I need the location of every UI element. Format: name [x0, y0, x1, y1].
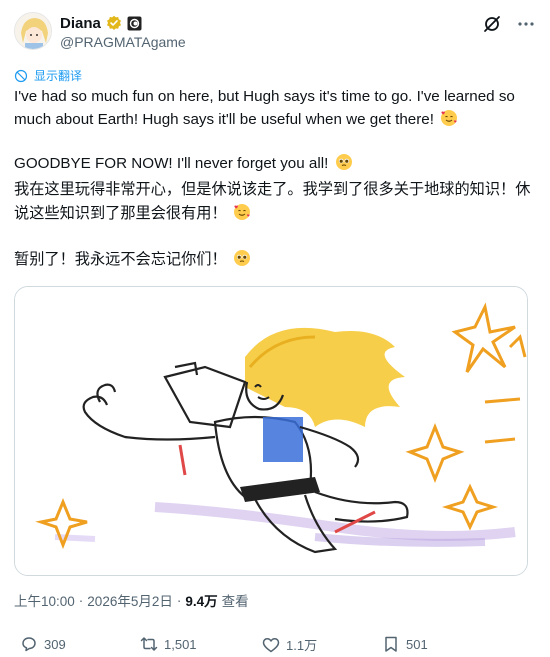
repost-icon	[140, 635, 158, 653]
smiling-face-with-hearts-icon	[440, 109, 458, 127]
bookmark-button[interactable]: 501	[382, 635, 428, 653]
repost-count: 1,501	[164, 636, 197, 652]
affiliate-badge-icon[interactable]	[127, 16, 142, 31]
separator: ·	[78, 592, 84, 608]
separator: ·	[176, 592, 182, 608]
handle[interactable]: @PRAGMATAgame	[60, 34, 186, 50]
bookmark-count: 501	[406, 636, 428, 652]
tweet-header: Diana @PRAGMATAgame	[14, 12, 536, 52]
name-row: Diana	[60, 14, 142, 32]
tweet-paragraph-text: GOODBYE FOR NOW! I'll never forget you a…	[14, 155, 329, 172]
pleading-face-icon	[335, 153, 353, 171]
view-label: 查看	[221, 594, 249, 609]
tweet-paragraph: I've had so much fun on here, but Hugh s…	[14, 86, 536, 131]
tweet-meta: 上午10:00 · 2026年5月2日 · 9.4万 查看	[14, 590, 249, 610]
crayon-drawing-running-girl-icon	[15, 287, 527, 575]
show-translation-link[interactable]: 显示翻译	[14, 67, 82, 84]
reply-button[interactable]: 309	[20, 635, 66, 653]
smiling-face-with-hearts-icon	[233, 203, 251, 221]
header-actions	[482, 14, 536, 34]
more-horizontal-icon[interactable]	[516, 14, 536, 34]
gold-verified-badge-icon	[106, 15, 122, 31]
view-count: 9.4万	[185, 594, 218, 609]
avatar[interactable]	[14, 12, 52, 50]
anime-girl-avatar-icon	[15, 13, 51, 49]
tweet-paragraph-text: 暂别了！我永远不会忘记你们！	[14, 251, 227, 268]
like-count: 1.1万	[286, 638, 318, 653]
pleading-face-icon	[233, 249, 251, 267]
tweet-text-chinese: 我在这里玩得非常开心，但是休说该走了。我学到了很多关于地球的知识！休说这些知识到…	[14, 178, 536, 272]
tweet-text-english: I've had so much fun on here, but Hugh s…	[14, 86, 536, 176]
translate-label: 显示翻译	[34, 69, 83, 83]
display-name[interactable]: Diana	[60, 15, 101, 32]
tweet-paragraph-text: 我在这里玩得非常开心，但是休说该走了。我学到了很多关于地球的知识！休说这些知识到…	[14, 181, 531, 222]
reply-count: 309	[44, 636, 66, 652]
tweet-paragraph: GOODBYE FOR NOW! I'll never forget you a…	[14, 153, 536, 176]
like-button[interactable]: 1.1万	[262, 635, 317, 654]
tweet-actions-bar: 309 1,501 1.1万 501	[20, 635, 530, 655]
tweet-media-image[interactable]	[14, 286, 528, 576]
bookmark-icon	[382, 635, 400, 653]
tweet-date[interactable]: 2026年5月2日	[87, 590, 173, 610]
tweet-paragraph: 我在这里玩得非常开心，但是休说该走了。我学到了很多关于地球的知识！休说这些知识到…	[14, 178, 536, 226]
heart-icon	[262, 636, 280, 654]
grok-icon[interactable]	[482, 14, 502, 34]
translate-globe-icon	[14, 69, 28, 83]
repost-button[interactable]: 1,501	[140, 635, 197, 653]
tweet-time[interactable]: 上午10:00	[14, 590, 75, 610]
tweet-paragraph: 暂别了！我永远不会忘记你们！	[14, 248, 536, 272]
reply-icon	[20, 635, 38, 653]
